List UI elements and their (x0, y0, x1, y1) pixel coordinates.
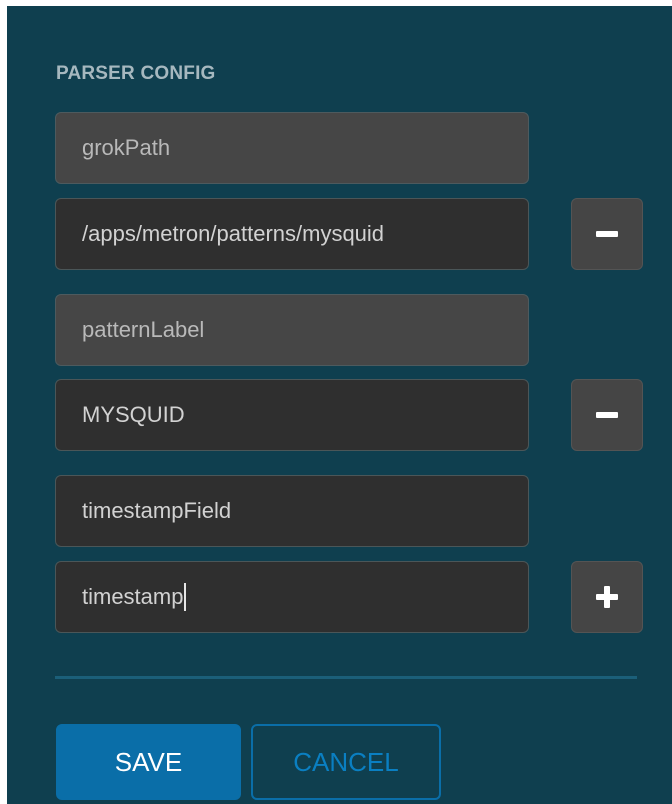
remove-patternlabel-button[interactable] (571, 379, 643, 451)
parser-config-panel: PARSER CONFIG grokPath /apps/metron/patt… (7, 6, 672, 804)
minus-icon (596, 231, 618, 237)
save-button[interactable]: SAVE (56, 724, 241, 800)
text-cursor (184, 583, 187, 611)
config-key-grokpath: grokPath (55, 112, 529, 184)
new-config-key-input[interactable]: timestampField (55, 475, 529, 547)
new-config-value-text: timestamp (82, 584, 184, 609)
remove-grokpath-button[interactable] (571, 198, 643, 270)
plus-icon (596, 586, 618, 608)
section-title: PARSER CONFIG (56, 63, 216, 84)
config-value-patternlabel[interactable]: MYSQUID (55, 379, 529, 451)
add-config-button[interactable] (571, 561, 643, 633)
config-value-grokpath[interactable]: /apps/metron/patterns/mysquid (55, 198, 529, 270)
config-key-patternlabel: patternLabel (55, 294, 529, 366)
cancel-button[interactable]: CANCEL (251, 724, 441, 800)
divider (55, 676, 637, 679)
new-config-value-input[interactable]: timestamp (55, 561, 529, 633)
minus-icon (596, 412, 618, 418)
